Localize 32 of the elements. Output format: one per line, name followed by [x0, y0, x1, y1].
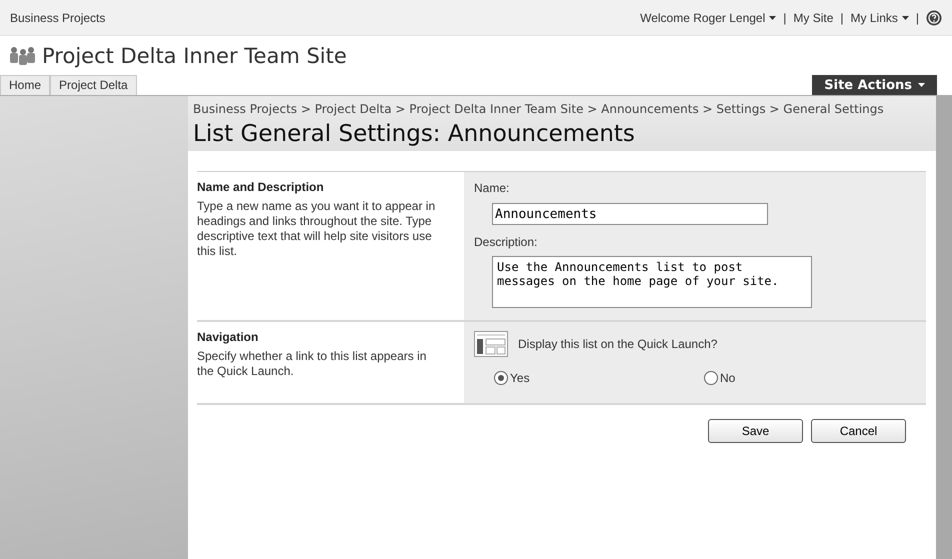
breadcrumb-trail[interactable]: Business Projects > Project Delta > Project Delta Inner Team Site > Announcements > Settings > General Settings	[193, 102, 932, 117]
page-title: List General Settings: Announcements	[193, 121, 636, 147]
layout-icon	[474, 331, 508, 357]
quick-launch-question: Display this list on the Quick Launch?	[518, 337, 718, 351]
nav-tab[interactable]: Home	[0, 75, 50, 95]
section-description: Specify whether a link to this list appears in the Quick Launch.	[197, 349, 428, 379]
radio-option[interactable]: No	[704, 371, 916, 385]
my-links-menu[interactable]: My Links	[850, 10, 909, 24]
separator: |	[840, 10, 844, 24]
field-label: Name:	[474, 181, 510, 195]
caret-icon	[918, 83, 925, 87]
description-field[interactable]: Use the Announcements list to post messages on the home page of your site.	[492, 256, 812, 308]
save-button[interactable]: Save	[708, 419, 803, 443]
people-icon	[10, 46, 36, 66]
name-field[interactable]: Announcements	[492, 203, 768, 225]
section-heading: Navigation	[197, 330, 260, 344]
my-site-link[interactable]: My Site	[793, 10, 834, 24]
section-heading: Name and Description	[197, 180, 325, 194]
nav-tab[interactable]: Project Delta	[50, 75, 137, 95]
separator: |	[916, 10, 919, 24]
caret-icon	[902, 16, 909, 20]
caret-icon	[769, 16, 776, 20]
help-icon[interactable]	[926, 10, 942, 26]
separator: |	[783, 10, 786, 24]
section-description: Type a new name as you want it to appear in headings and links throughout the site. Type descriptive text that will help site visitors use this list.	[197, 199, 436, 259]
radio-option[interactable]: Yes	[494, 371, 704, 385]
field-label: Description:	[474, 235, 538, 249]
welcome-menu[interactable]: Welcome Roger Lengel	[640, 10, 776, 24]
cancel-button[interactable]: Cancel	[811, 419, 906, 443]
site-name: Business Projects	[10, 10, 106, 24]
site-actions-menu[interactable]: Site Actions	[812, 75, 937, 95]
site-title: Project Delta Inner Team Site	[42, 44, 347, 68]
